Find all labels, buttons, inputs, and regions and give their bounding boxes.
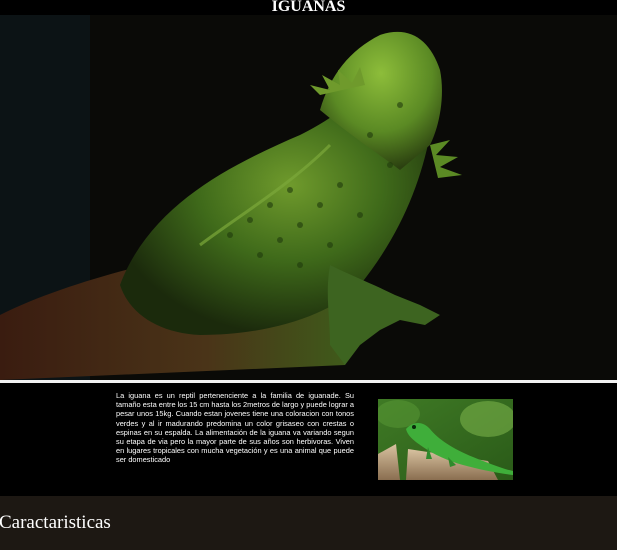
bearded-dragon-photo-icon (0, 15, 617, 380)
iguana-thumbnail (378, 399, 513, 480)
page-title: IGUANAS (0, 0, 617, 15)
characteristics-section: Caractaristicas (0, 496, 617, 550)
section-heading: Caractaristicas (0, 512, 111, 533)
hero-image (0, 15, 617, 380)
green-iguana-photo-icon (378, 399, 513, 480)
intro-text: La iguana es un reptil pertenenciente a … (116, 391, 354, 465)
intro-section: La iguana es un reptil pertenenciente a … (0, 383, 617, 496)
